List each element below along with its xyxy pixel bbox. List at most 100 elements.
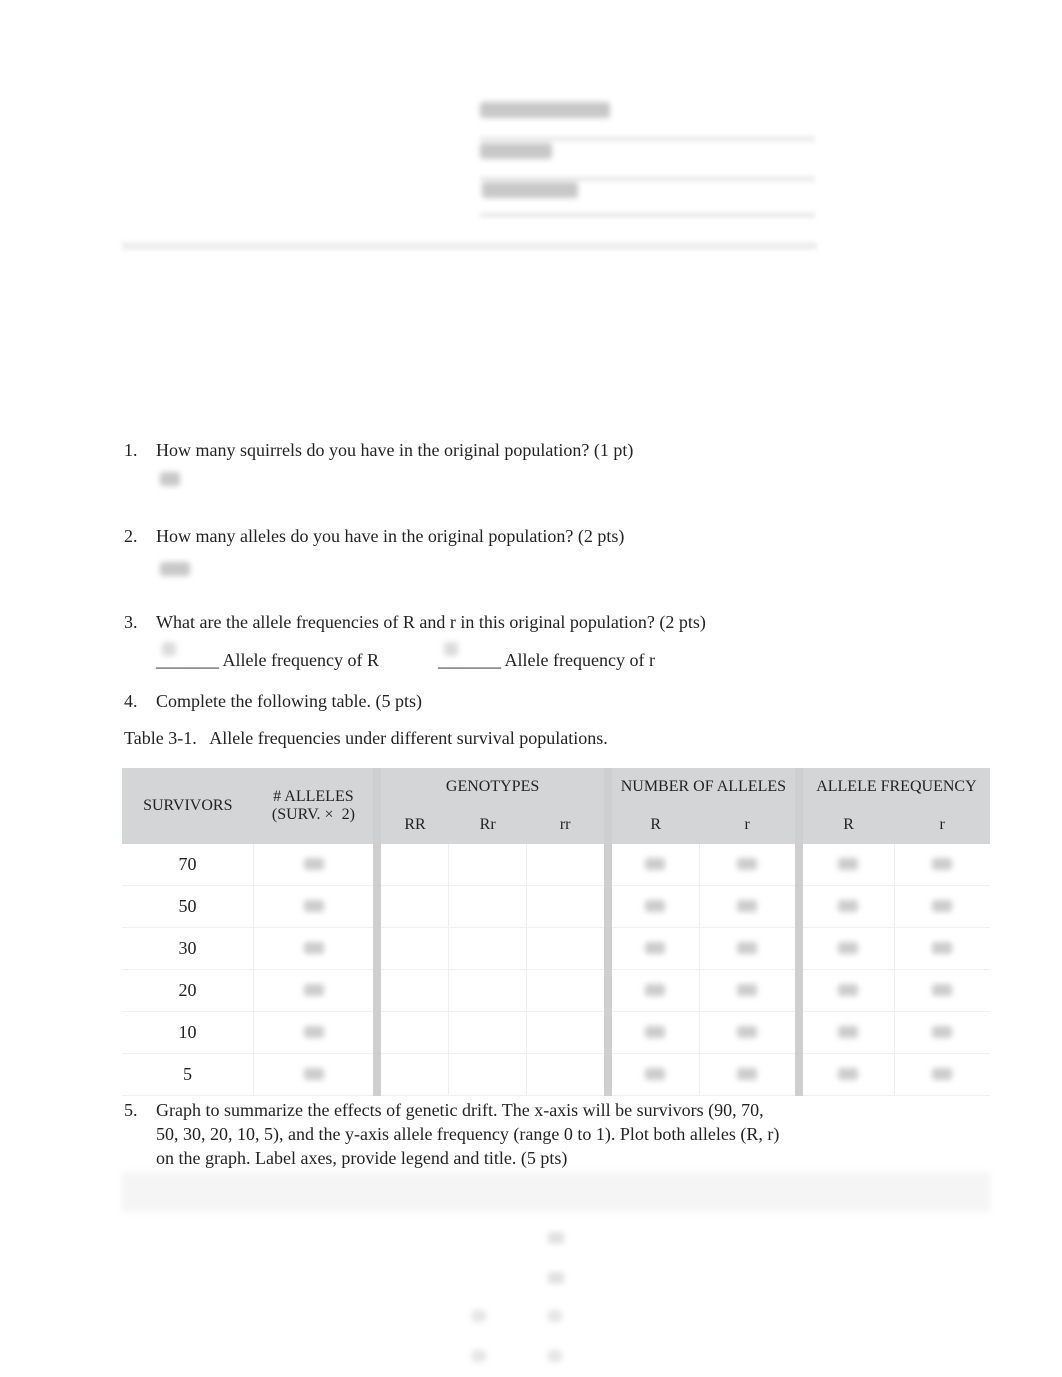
R-freq-cell[interactable] — [794, 1053, 895, 1096]
r-freq-cell[interactable] — [893, 844, 990, 886]
alleles-cell[interactable] — [253, 927, 378, 970]
R-freq-cell[interactable] — [794, 1011, 895, 1054]
survivors-cell[interactable]: 20 — [122, 969, 254, 1012]
R-freq-cell[interactable] — [794, 927, 895, 970]
col-survivors: SURVIVORS — [122, 768, 254, 844]
table-caption: Table 3-1. Allele frequencies under diff… — [124, 728, 608, 748]
Rr-cell[interactable] — [448, 969, 527, 1012]
alleles-cell[interactable] — [253, 885, 378, 928]
redacted-value — [303, 1068, 324, 1080]
redacted-value — [932, 1026, 953, 1038]
r-count-cell[interactable] — [698, 1011, 799, 1054]
redacted-value — [645, 984, 666, 996]
r-count-cell[interactable] — [698, 927, 799, 970]
redacted-value — [737, 942, 758, 954]
Rr-cell[interactable] — [448, 927, 527, 970]
redacted-mark — [472, 1350, 486, 1362]
alleles-cell[interactable] — [253, 1053, 378, 1096]
survivors-cell[interactable]: 10 — [122, 1011, 254, 1054]
RR-cell[interactable] — [373, 1011, 449, 1054]
redacted-name — [480, 102, 610, 118]
RR-cell[interactable] — [373, 885, 449, 928]
rr-cell[interactable] — [525, 885, 608, 928]
question-text: Graph to summarize the effects of geneti… — [156, 1100, 780, 1168]
R-count-cell[interactable] — [603, 969, 700, 1012]
r-freq-cell[interactable] — [893, 927, 990, 970]
table-row: 30 — [122, 927, 990, 970]
col-allele-frequency: ALLELE FREQUENCY — [794, 768, 990, 806]
redacted-value — [303, 858, 324, 870]
r-count-cell[interactable] — [698, 1053, 799, 1096]
col-genotypes: GENOTYPES — [373, 768, 608, 806]
allele-frequency-table: SURVIVORS # ALLELES (SURV. × 2) GENOTYPE… — [122, 768, 990, 1096]
col-R-count: R — [603, 806, 700, 844]
r-count-cell[interactable] — [698, 969, 799, 1012]
question-text: How many squirrels do you have in the or… — [156, 440, 634, 460]
col-rr: rr — [526, 806, 608, 844]
question-text: How many alleles do you have in the orig… — [156, 526, 625, 546]
r-freq-cell[interactable] — [893, 1011, 990, 1054]
col-number-of-alleles: NUMBER OF ALLELES — [603, 768, 799, 806]
redacted-value — [737, 984, 758, 996]
R-count-cell[interactable] — [603, 844, 700, 886]
redacted-answer-2 — [160, 562, 190, 576]
R-count-cell[interactable] — [603, 885, 700, 928]
survivors-cell[interactable]: 70 — [122, 844, 254, 886]
survivors-cell[interactable]: 5 — [122, 1053, 254, 1096]
R-count-cell[interactable] — [603, 927, 700, 970]
allele-freq-r-blank[interactable]: _______ Allele frequency of r — [438, 650, 655, 671]
rr-cell[interactable] — [525, 927, 608, 970]
rr-cell[interactable] — [525, 1053, 608, 1096]
header-rule — [480, 212, 815, 218]
allele-freq-R-blank[interactable]: _______ Allele frequency of R — [156, 650, 379, 671]
Rr-cell[interactable] — [448, 1011, 527, 1054]
redacted-mark — [548, 1310, 562, 1322]
r-freq-cell[interactable] — [893, 1053, 990, 1096]
redacted-value — [838, 1026, 859, 1038]
question-2: 2. How many alleles do you have in the or… — [124, 524, 624, 548]
table-row: 20 — [122, 969, 990, 1012]
r-count-cell[interactable] — [698, 844, 799, 886]
r-freq-cell[interactable] — [893, 885, 990, 928]
col-alleles-line1: # ALLELES — [273, 788, 354, 805]
RR-cell[interactable] — [373, 844, 449, 886]
table-row: 10 — [122, 1011, 990, 1054]
rr-cell[interactable] — [525, 844, 608, 886]
redacted-value — [737, 1068, 758, 1080]
R-freq-cell[interactable] — [794, 969, 895, 1012]
RR-cell[interactable] — [373, 1053, 449, 1096]
redacted-value — [303, 942, 324, 954]
alleles-cell[interactable] — [253, 844, 378, 886]
RR-cell[interactable] — [373, 927, 449, 970]
col-r-freq: r — [894, 806, 990, 844]
redacted-value — [645, 1026, 666, 1038]
Rr-cell[interactable] — [448, 1053, 527, 1096]
redacted-value — [645, 1068, 666, 1080]
redacted-value — [303, 900, 324, 912]
alleles-cell[interactable] — [253, 1011, 378, 1054]
redacted-value — [838, 984, 859, 996]
R-freq-cell[interactable] — [794, 885, 895, 928]
Rr-cell[interactable] — [448, 885, 527, 928]
rr-cell[interactable] — [525, 1011, 608, 1054]
r-count-cell[interactable] — [698, 885, 799, 928]
redacted-value — [737, 900, 758, 912]
redacted-mark — [472, 1310, 486, 1322]
R-count-cell[interactable] — [603, 1011, 700, 1054]
R-freq-cell[interactable] — [794, 844, 895, 886]
question-3: 3. What are the allele frequencies of R a… — [124, 610, 706, 634]
redacted-mark — [548, 1232, 564, 1244]
survivors-cell[interactable]: 50 — [122, 885, 254, 928]
R-count-cell[interactable] — [603, 1053, 700, 1096]
question-number: 5. — [124, 1100, 138, 1120]
r-freq-cell[interactable] — [893, 969, 990, 1012]
survivors-cell[interactable]: 30 — [122, 927, 254, 970]
col-Rr: Rr — [448, 806, 527, 844]
rr-cell[interactable] — [525, 969, 608, 1012]
redacted-value — [838, 1068, 859, 1080]
redacted-value — [645, 900, 666, 912]
alleles-cell[interactable] — [253, 969, 378, 1012]
Rr-cell[interactable] — [448, 844, 527, 886]
redacted-value — [303, 1026, 324, 1038]
RR-cell[interactable] — [373, 969, 449, 1012]
